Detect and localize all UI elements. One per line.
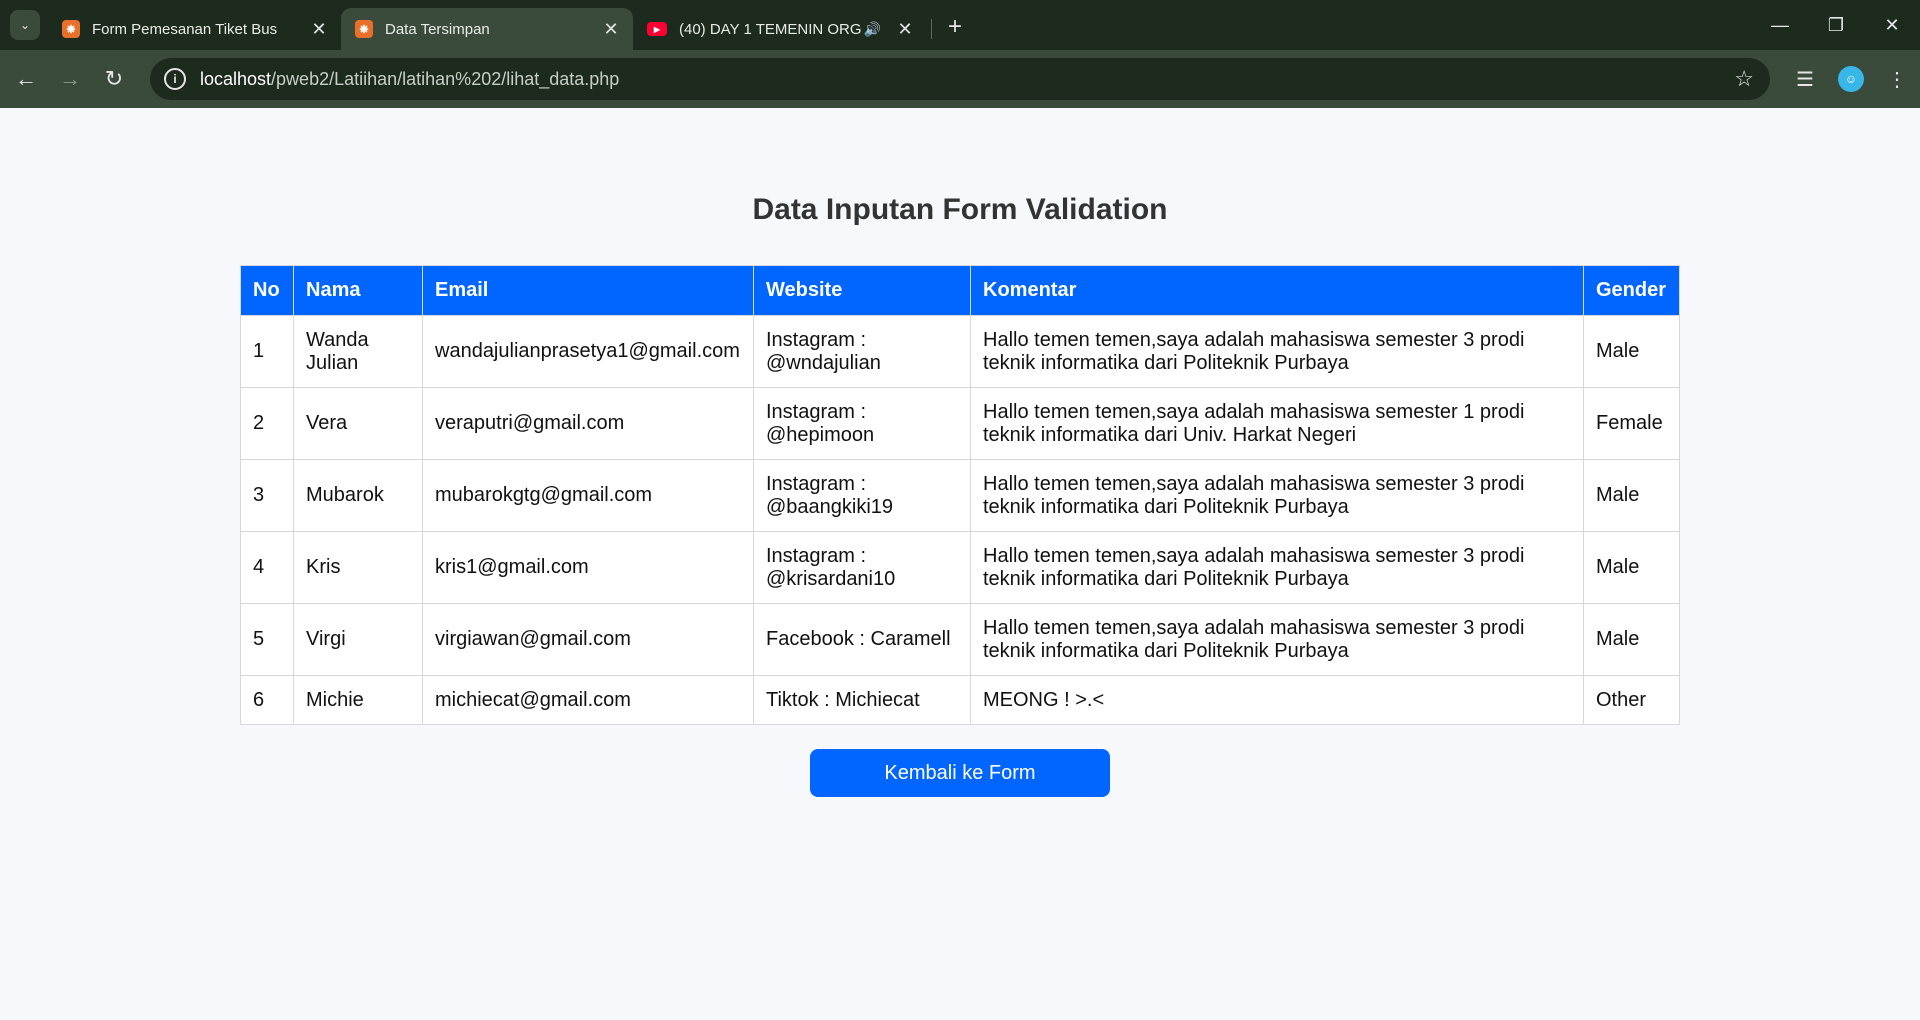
cell-komentar: MEONG ! >.< — [970, 675, 1584, 725]
tab-strip: ⌄ ❋ Form Pemesanan Tiket Bus ✕ ❋ Data Te… — [0, 0, 1920, 50]
tab-label: Form Pemesanan Tiket Bus — [92, 20, 278, 38]
page-title: Data Inputan Form Validation — [752, 193, 1168, 226]
back-arrow-icon[interactable]: ← — [8, 61, 44, 97]
cell-komentar: Hallo temen temen,saya adalah mahasiswa … — [970, 315, 1584, 388]
table-header-row: No Nama Email Website Komentar Gender — [240, 265, 1680, 316]
close-icon[interactable]: ✕ — [601, 19, 621, 40]
table-row: 4 Kris kris1@gmail.com Instagram : @kris… — [240, 531, 1680, 604]
cell-no: 3 — [240, 459, 294, 532]
window-close-icon[interactable]: ✕ — [1864, 0, 1920, 50]
cell-email: virgiawan@gmail.com — [422, 603, 754, 676]
table-row: 3 Mubarok mubarokgtg@gmail.com Instagram… — [240, 459, 1680, 532]
youtube-icon: ▶ — [647, 22, 667, 36]
xampp-icon: ❋ — [355, 20, 373, 38]
cell-gender: Male — [1583, 531, 1680, 604]
header-no: No — [240, 265, 294, 316]
site-info-icon[interactable]: i — [164, 68, 186, 90]
cell-komentar: Hallo temen temen,saya adalah mahasiswa … — [970, 603, 1584, 676]
url-host: localhost — [200, 68, 272, 89]
cell-email: veraputri@gmail.com — [422, 387, 754, 460]
data-table: No Nama Email Website Komentar Gender 1 … — [240, 265, 1680, 725]
toolbar-actions: ☰ ☺ ⋮ — [1782, 50, 1920, 108]
tab-search-button[interactable]: ⌄ — [10, 10, 40, 40]
cell-komentar: Hallo temen temen,saya adalah mahasiswa … — [970, 387, 1584, 460]
url-path: /pweb2/Latiihan/latihan%202/lihat_data.p… — [271, 68, 620, 89]
tab-form-pemesanan[interactable]: ❋ Form Pemesanan Tiket Bus ✕ — [48, 8, 341, 50]
cell-komentar: Hallo temen temen,saya adalah mahasiswa … — [970, 531, 1584, 604]
table-row: 6 Michie michiecat@gmail.com Tiktok : Mi… — [240, 675, 1680, 725]
cell-website: Instagram : @hepimoon — [753, 387, 971, 460]
browser-toolbar: ← → ↻ i localhost/pweb2/Latiihan/latihan… — [0, 50, 1920, 108]
cell-no: 4 — [240, 531, 294, 604]
cell-no: 1 — [240, 315, 294, 388]
cell-nama: Michie — [293, 675, 423, 725]
close-icon[interactable]: ✕ — [309, 19, 329, 40]
cell-email: mubarokgtg@gmail.com — [422, 459, 754, 532]
header-gender: Gender — [1583, 265, 1680, 316]
cell-komentar: Hallo temen temen,saya adalah mahasiswa … — [970, 459, 1584, 532]
profile-button[interactable]: ☺ — [1828, 66, 1874, 92]
table-row: 5 Virgi virgiawan@gmail.com Facebook : C… — [240, 603, 1680, 676]
cell-gender: Female — [1583, 387, 1680, 460]
new-tab-plus-icon[interactable]: + — [948, 13, 962, 41]
page-content: Data Inputan Form Validation No Nama Ema… — [0, 108, 1920, 1020]
table-row: 1 Wanda Julian wandajulianprasetya1@gmai… — [240, 315, 1680, 388]
cell-nama: Kris — [293, 531, 423, 604]
cell-nama: Wanda Julian — [293, 315, 423, 388]
bookmark-star-icon[interactable]: ☆ — [1734, 66, 1754, 92]
minimize-icon[interactable]: — — [1752, 0, 1808, 50]
cell-email: wandajulianprasetya1@gmail.com — [422, 315, 754, 388]
header-email: Email — [422, 265, 754, 316]
header-komentar: Komentar — [970, 265, 1584, 316]
cell-gender: Other — [1583, 675, 1680, 725]
tab-divider — [931, 19, 932, 39]
cell-email: michiecat@gmail.com — [422, 675, 754, 725]
speaker-icon[interactable]: 🔊 — [864, 21, 881, 38]
address-bar[interactable]: i localhost/pweb2/Latiihan/latihan%202/l… — [150, 58, 1770, 100]
cell-gender: Male — [1583, 315, 1680, 388]
xampp-icon: ❋ — [62, 20, 80, 38]
window-controls: — ❐ ✕ — [1752, 0, 1920, 50]
tab-data-tersimpan[interactable]: ❋ Data Tersimpan ✕ — [341, 8, 633, 50]
cell-website: Facebook : Caramell — [753, 603, 971, 676]
restore-icon[interactable]: ❐ — [1808, 0, 1864, 50]
chevron-down-icon: ⌄ — [19, 18, 31, 32]
cell-nama: Virgi — [293, 603, 423, 676]
cell-gender: Male — [1583, 603, 1680, 676]
table-row: 2 Vera veraputri@gmail.com Instagram : @… — [240, 387, 1680, 460]
cell-no: 2 — [240, 387, 294, 460]
cell-website: Tiktok : Michiecat — [753, 675, 971, 725]
menu-kebab-icon[interactable]: ⋮ — [1874, 67, 1920, 92]
cell-website: Instagram : @baangkiki19 — [753, 459, 971, 532]
header-nama: Nama — [293, 265, 423, 316]
cell-website: Instagram : @wndajulian — [753, 315, 971, 388]
cell-no: 6 — [240, 675, 294, 725]
cell-gender: Male — [1583, 459, 1680, 532]
media-control-icon[interactable]: ☰ — [1782, 67, 1828, 92]
tab-label: (40) DAY 1 TEMENIN ORG YA — [679, 20, 864, 38]
tab-youtube[interactable]: ▶ (40) DAY 1 TEMENIN ORG YA 🔊 ✕ — [633, 8, 927, 50]
cell-no: 5 — [240, 603, 294, 676]
cell-nama: Vera — [293, 387, 423, 460]
tab-label: Data Tersimpan — [385, 20, 490, 38]
forward-arrow-icon[interactable]: → — [52, 61, 88, 97]
cell-nama: Mubarok — [293, 459, 423, 532]
cell-email: kris1@gmail.com — [422, 531, 754, 604]
back-to-form-button[interactable]: Kembali ke Form — [810, 749, 1110, 797]
close-icon[interactable]: ✕ — [895, 19, 915, 40]
cell-website: Instagram : @krisardani10 — [753, 531, 971, 604]
reload-icon[interactable]: ↻ — [96, 61, 132, 97]
avatar: ☺ — [1838, 66, 1864, 92]
url-text[interactable]: localhost/pweb2/Latiihan/latihan%202/lih… — [200, 69, 619, 90]
header-website: Website — [753, 265, 971, 316]
